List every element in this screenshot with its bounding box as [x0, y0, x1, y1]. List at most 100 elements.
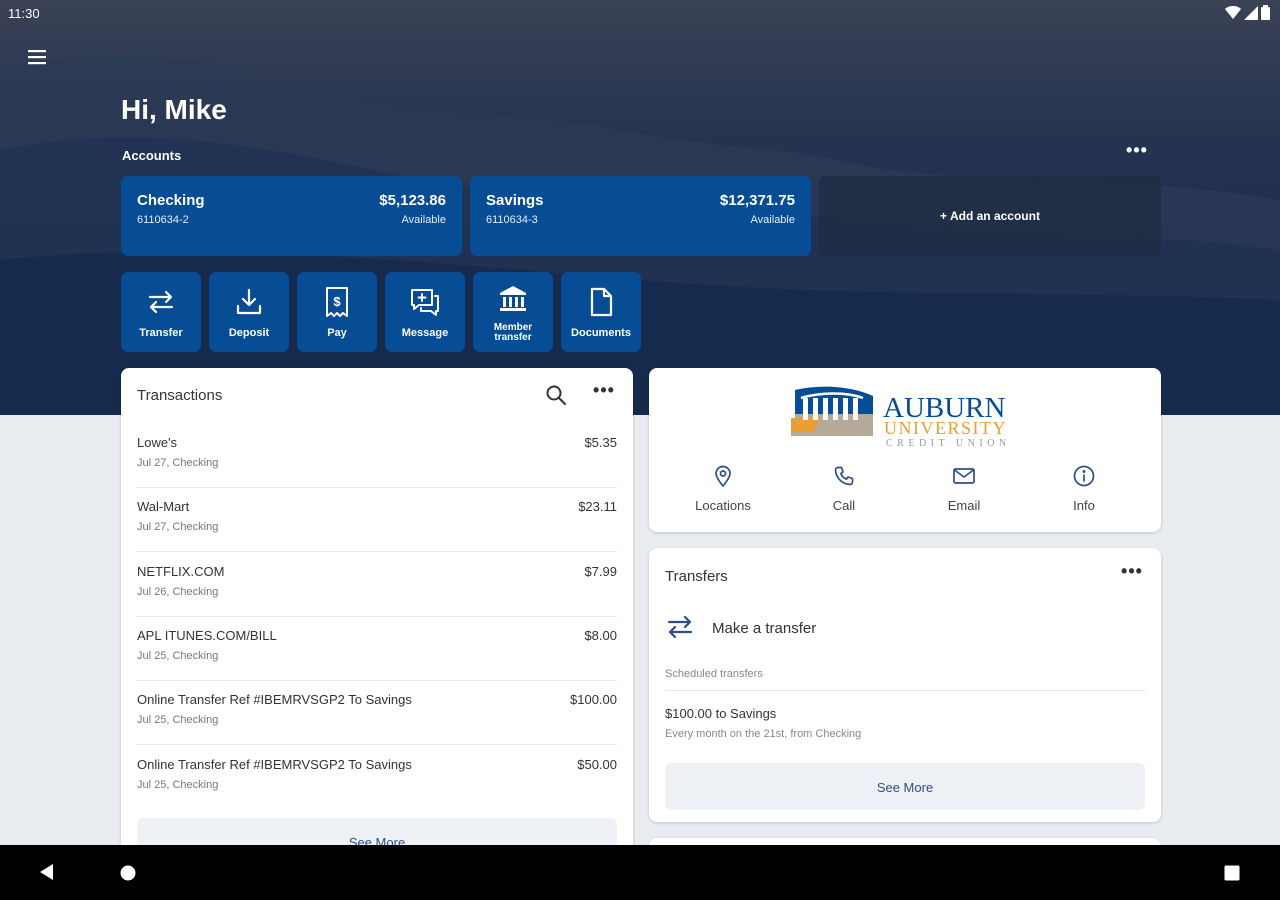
transaction-meta: Jul 27, Checking — [137, 521, 219, 533]
status-time: 11:30 — [8, 6, 40, 21]
transaction-description: Online Transfer Ref #IBEMRVSGP2 To Savin… — [137, 692, 412, 707]
transaction-description: Online Transfer Ref #IBEMRVSGP2 To Savin… — [137, 757, 412, 772]
system-icons — [1225, 5, 1270, 20]
phone-icon — [834, 466, 854, 486]
transaction-row[interactable]: Wal-Mart Jul 27, Checking $23.11 — [137, 488, 617, 552]
transfers-see-more-button[interactable]: See More — [665, 763, 1145, 810]
account-balance-status: Available — [750, 214, 795, 226]
account-card-savings[interactable]: Savings 6110634-3 $12,371.75 Available — [470, 176, 811, 256]
call-label: Call — [832, 498, 856, 513]
make-transfer-label: Make a transfer — [712, 620, 817, 637]
nav-home-button[interactable] — [119, 864, 137, 887]
transaction-row[interactable]: Online Transfer Ref #IBEMRVSGP2 To Savin… — [137, 681, 617, 745]
account-balance: $5,123.86 — [379, 192, 446, 209]
search-icon — [546, 385, 566, 405]
transaction-amount: $8.00 — [584, 628, 617, 643]
account-number: 6110634-3 — [486, 214, 538, 226]
call-button[interactable]: Call — [784, 464, 904, 516]
add-account-button[interactable]: + Add an account — [819, 176, 1161, 256]
logo-text-line2: UNIVERSITY — [884, 418, 1007, 438]
transfer-icon — [148, 290, 174, 314]
scheduled-transfer-subtitle: Every month on the 21st, from Checking — [665, 728, 862, 740]
account-card-checking[interactable]: Checking 6110634-2 $5,123.86 Available — [121, 176, 462, 256]
credit-union-logo: AUBURN UNIVERSITY CREDIT UNION — [791, 384, 1021, 450]
transaction-amount: $7.99 — [584, 564, 617, 579]
email-label: Email — [947, 498, 981, 513]
signal-icon — [1244, 5, 1258, 20]
location-pin-icon — [715, 465, 731, 487]
transaction-row[interactable]: APL ITUNES.COM/BILL Jul 25, Checking $8.… — [137, 617, 617, 681]
transactions-search-button[interactable] — [545, 384, 567, 406]
deposit-icon — [236, 288, 262, 315]
wifi-icon — [1225, 5, 1241, 19]
transactions-more-button[interactable]: ••• — [591, 381, 617, 404]
transaction-meta: Jul 25, Checking — [137, 714, 219, 726]
transaction-amount: $50.00 — [577, 757, 617, 772]
greeting-title: Hi, Mike — [121, 94, 227, 125]
quick-action-label: Documents — [571, 327, 631, 339]
logo-mark-icon: AUBURN UNIVERSITY CREDIT UNION — [791, 386, 1007, 449]
info-button[interactable]: Info — [1024, 464, 1144, 516]
transaction-description: APL ITUNES.COM/BILL — [137, 628, 277, 643]
account-number: 6110634-2 — [137, 214, 189, 226]
email-button[interactable]: Email — [904, 464, 1024, 516]
quick-action-label: Member transfer — [473, 323, 553, 343]
more-horizontal-icon: ••• — [593, 380, 615, 400]
make-transfer-button[interactable]: Make a transfer — [665, 610, 1065, 646]
account-name: Savings — [486, 192, 544, 209]
account-balance-status: Available — [401, 214, 446, 226]
locations-label: Locations — [695, 498, 751, 513]
locations-button[interactable]: Locations — [663, 464, 783, 516]
credit-union-card: AUBURN UNIVERSITY CREDIT UNION Locations… — [649, 368, 1161, 532]
transaction-meta: Jul 27, Checking — [137, 457, 219, 469]
battery-icon — [1261, 5, 1270, 20]
transactions-card: Transactions ••• Lowe's Jul 27, Checking… — [121, 368, 633, 868]
transaction-row[interactable]: NETFLIX.COM Jul 26, Checking $7.99 — [137, 553, 617, 617]
quick-action-documents[interactable]: Documents — [561, 272, 641, 352]
hamburger-menu-button[interactable] — [24, 44, 50, 70]
home-circle-icon — [120, 865, 136, 881]
quick-action-label: Deposit — [228, 327, 270, 339]
account-name: Checking — [137, 192, 205, 209]
system-navigation-bar — [0, 845, 1280, 900]
transaction-description: NETFLIX.COM — [137, 564, 225, 579]
transfers-card: Transfers ••• Make a transfer Scheduled … — [649, 548, 1161, 822]
quick-action-label: Transfer — [139, 327, 183, 339]
transaction-meta: Jul 25, Checking — [137, 650, 219, 662]
quick-action-transfer[interactable]: Transfer — [121, 272, 201, 352]
svg-text:$: $ — [333, 294, 341, 309]
transaction-row[interactable]: Online Transfer Ref #IBEMRVSGP2 To Savin… — [137, 746, 617, 810]
recents-square-icon — [1224, 865, 1240, 881]
quick-action-message[interactable]: Message — [385, 272, 465, 352]
transactions-title: Transactions — [137, 387, 223, 404]
quick-action-deposit[interactable]: Deposit — [209, 272, 289, 352]
scheduled-transfer-title[interactable]: $100.00 to Savings — [665, 706, 776, 721]
transaction-meta: Jul 25, Checking — [137, 779, 219, 791]
status-bar: 11:30 — [0, 0, 1280, 26]
transfer-icon — [667, 615, 693, 639]
more-horizontal-icon: ••• — [1126, 140, 1148, 160]
transaction-amount: $5.35 — [584, 435, 617, 450]
more-horizontal-icon: ••• — [1121, 561, 1143, 581]
quick-action-label: Pay — [327, 327, 347, 339]
transfers-title: Transfers — [665, 568, 728, 585]
quick-action-member-transfer[interactable]: Member transfer — [473, 272, 553, 352]
transaction-amount: $23.11 — [578, 499, 617, 514]
transfers-more-button[interactable]: ••• — [1119, 562, 1145, 585]
message-icon — [411, 289, 439, 316]
pay-icon: $ — [326, 287, 348, 317]
quick-action-pay[interactable]: $ Pay — [297, 272, 377, 352]
quick-action-label: Message — [401, 327, 449, 339]
transaction-row[interactable]: Lowe's Jul 27, Checking $5.35 — [137, 424, 617, 488]
scheduled-transfers-label: Scheduled transfers — [665, 668, 763, 680]
document-icon — [590, 287, 613, 317]
transaction-amount: $100.00 — [570, 692, 617, 707]
email-icon — [953, 468, 975, 484]
info-label: Info — [1073, 498, 1095, 513]
nav-recents-button[interactable] — [1224, 865, 1240, 886]
accounts-more-button[interactable]: ••• — [1124, 141, 1150, 164]
nav-back-button[interactable] — [38, 863, 56, 886]
accounts-section-label: Accounts — [122, 148, 182, 163]
account-balance: $12,371.75 — [719, 192, 795, 209]
info-icon — [1073, 465, 1095, 487]
